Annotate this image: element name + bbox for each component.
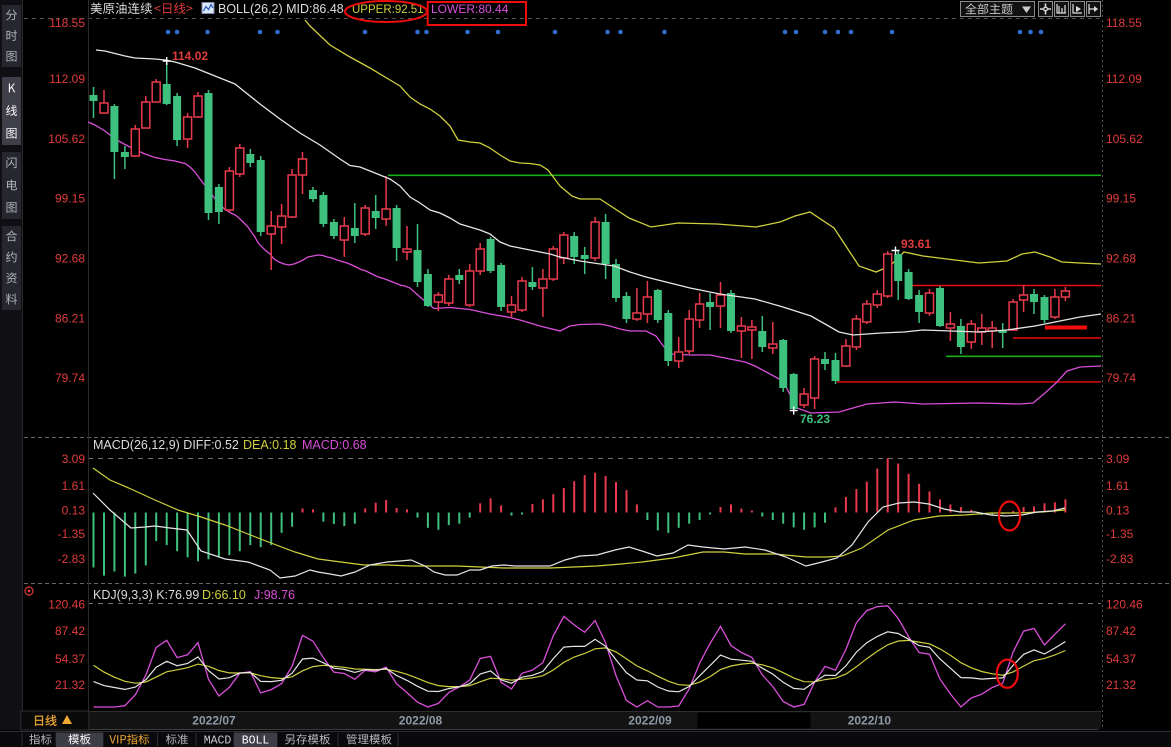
svg-text:KDJ(9,3,3) K:76.99: KDJ(9,3,3) K:76.99 bbox=[93, 588, 199, 602]
svg-text:D:66.10: D:66.10 bbox=[202, 588, 246, 602]
svg-text:118.55: 118.55 bbox=[1106, 16, 1142, 30]
svg-text:21.32: 21.32 bbox=[55, 678, 85, 692]
svg-text:118.55: 118.55 bbox=[49, 16, 85, 30]
svg-text:BOLL(26,2) MID:86.48: BOLL(26,2) MID:86.48 bbox=[218, 2, 344, 16]
svg-text:MACD(26,12,9) DIFF:0.52: MACD(26,12,9) DIFF:0.52 bbox=[93, 438, 239, 452]
svg-text:-2.83: -2.83 bbox=[58, 552, 86, 566]
svg-text:54.37: 54.37 bbox=[55, 652, 85, 666]
svg-text:2022/09: 2022/09 bbox=[628, 714, 672, 728]
svg-text:-1.35: -1.35 bbox=[58, 527, 86, 541]
svg-text:112.09: 112.09 bbox=[1106, 72, 1142, 86]
svg-text:2022/10: 2022/10 bbox=[848, 714, 892, 728]
svg-text:86.21: 86.21 bbox=[1106, 311, 1136, 325]
svg-text:120.46: 120.46 bbox=[48, 598, 85, 612]
svg-text:92.68: 92.68 bbox=[55, 251, 85, 265]
svg-text:MACD:0.68: MACD:0.68 bbox=[302, 438, 367, 452]
svg-text:86.21: 86.21 bbox=[55, 311, 85, 325]
svg-text:3.09: 3.09 bbox=[62, 452, 86, 466]
svg-text:92.68: 92.68 bbox=[1106, 251, 1136, 265]
svg-text:2022/07: 2022/07 bbox=[192, 714, 236, 728]
svg-text:2022/08: 2022/08 bbox=[399, 714, 443, 728]
svg-text:1.61: 1.61 bbox=[62, 479, 86, 493]
svg-text:87.42: 87.42 bbox=[1106, 624, 1136, 638]
svg-text:21.32: 21.32 bbox=[1106, 678, 1136, 692]
svg-text:76.23: 76.23 bbox=[800, 412, 830, 426]
svg-text:114.02: 114.02 bbox=[172, 49, 208, 63]
svg-text:BOLL: BOLL bbox=[242, 735, 270, 747]
svg-text:99.15: 99.15 bbox=[1106, 192, 1136, 206]
svg-text:79.74: 79.74 bbox=[55, 371, 85, 385]
svg-text:105.62: 105.62 bbox=[48, 132, 85, 146]
svg-text:99.15: 99.15 bbox=[55, 192, 85, 206]
svg-text:93.61: 93.61 bbox=[901, 237, 931, 251]
svg-text:MACD: MACD bbox=[204, 735, 232, 747]
svg-text:3.09: 3.09 bbox=[1106, 452, 1130, 466]
svg-text:UPPER:92.51: UPPER:92.51 bbox=[352, 4, 424, 16]
svg-text:-2.83: -2.83 bbox=[1106, 552, 1134, 566]
svg-text:105.62: 105.62 bbox=[1106, 132, 1143, 146]
svg-text:-1.35: -1.35 bbox=[1106, 527, 1134, 541]
svg-text:79.74: 79.74 bbox=[1106, 371, 1136, 385]
svg-text:0.13: 0.13 bbox=[1106, 503, 1130, 517]
svg-text:120.46: 120.46 bbox=[1106, 598, 1143, 612]
svg-text:0.13: 0.13 bbox=[62, 503, 86, 517]
svg-text:87.42: 87.42 bbox=[55, 624, 85, 638]
svg-text:54.37: 54.37 bbox=[1106, 652, 1136, 666]
svg-text:LOWER:80.44: LOWER:80.44 bbox=[431, 2, 509, 16]
svg-text:1.61: 1.61 bbox=[1106, 479, 1130, 493]
svg-text:DEA:0.18: DEA:0.18 bbox=[243, 438, 297, 452]
svg-text:J:98.76: J:98.76 bbox=[254, 588, 295, 602]
svg-text:112.09: 112.09 bbox=[49, 72, 85, 86]
